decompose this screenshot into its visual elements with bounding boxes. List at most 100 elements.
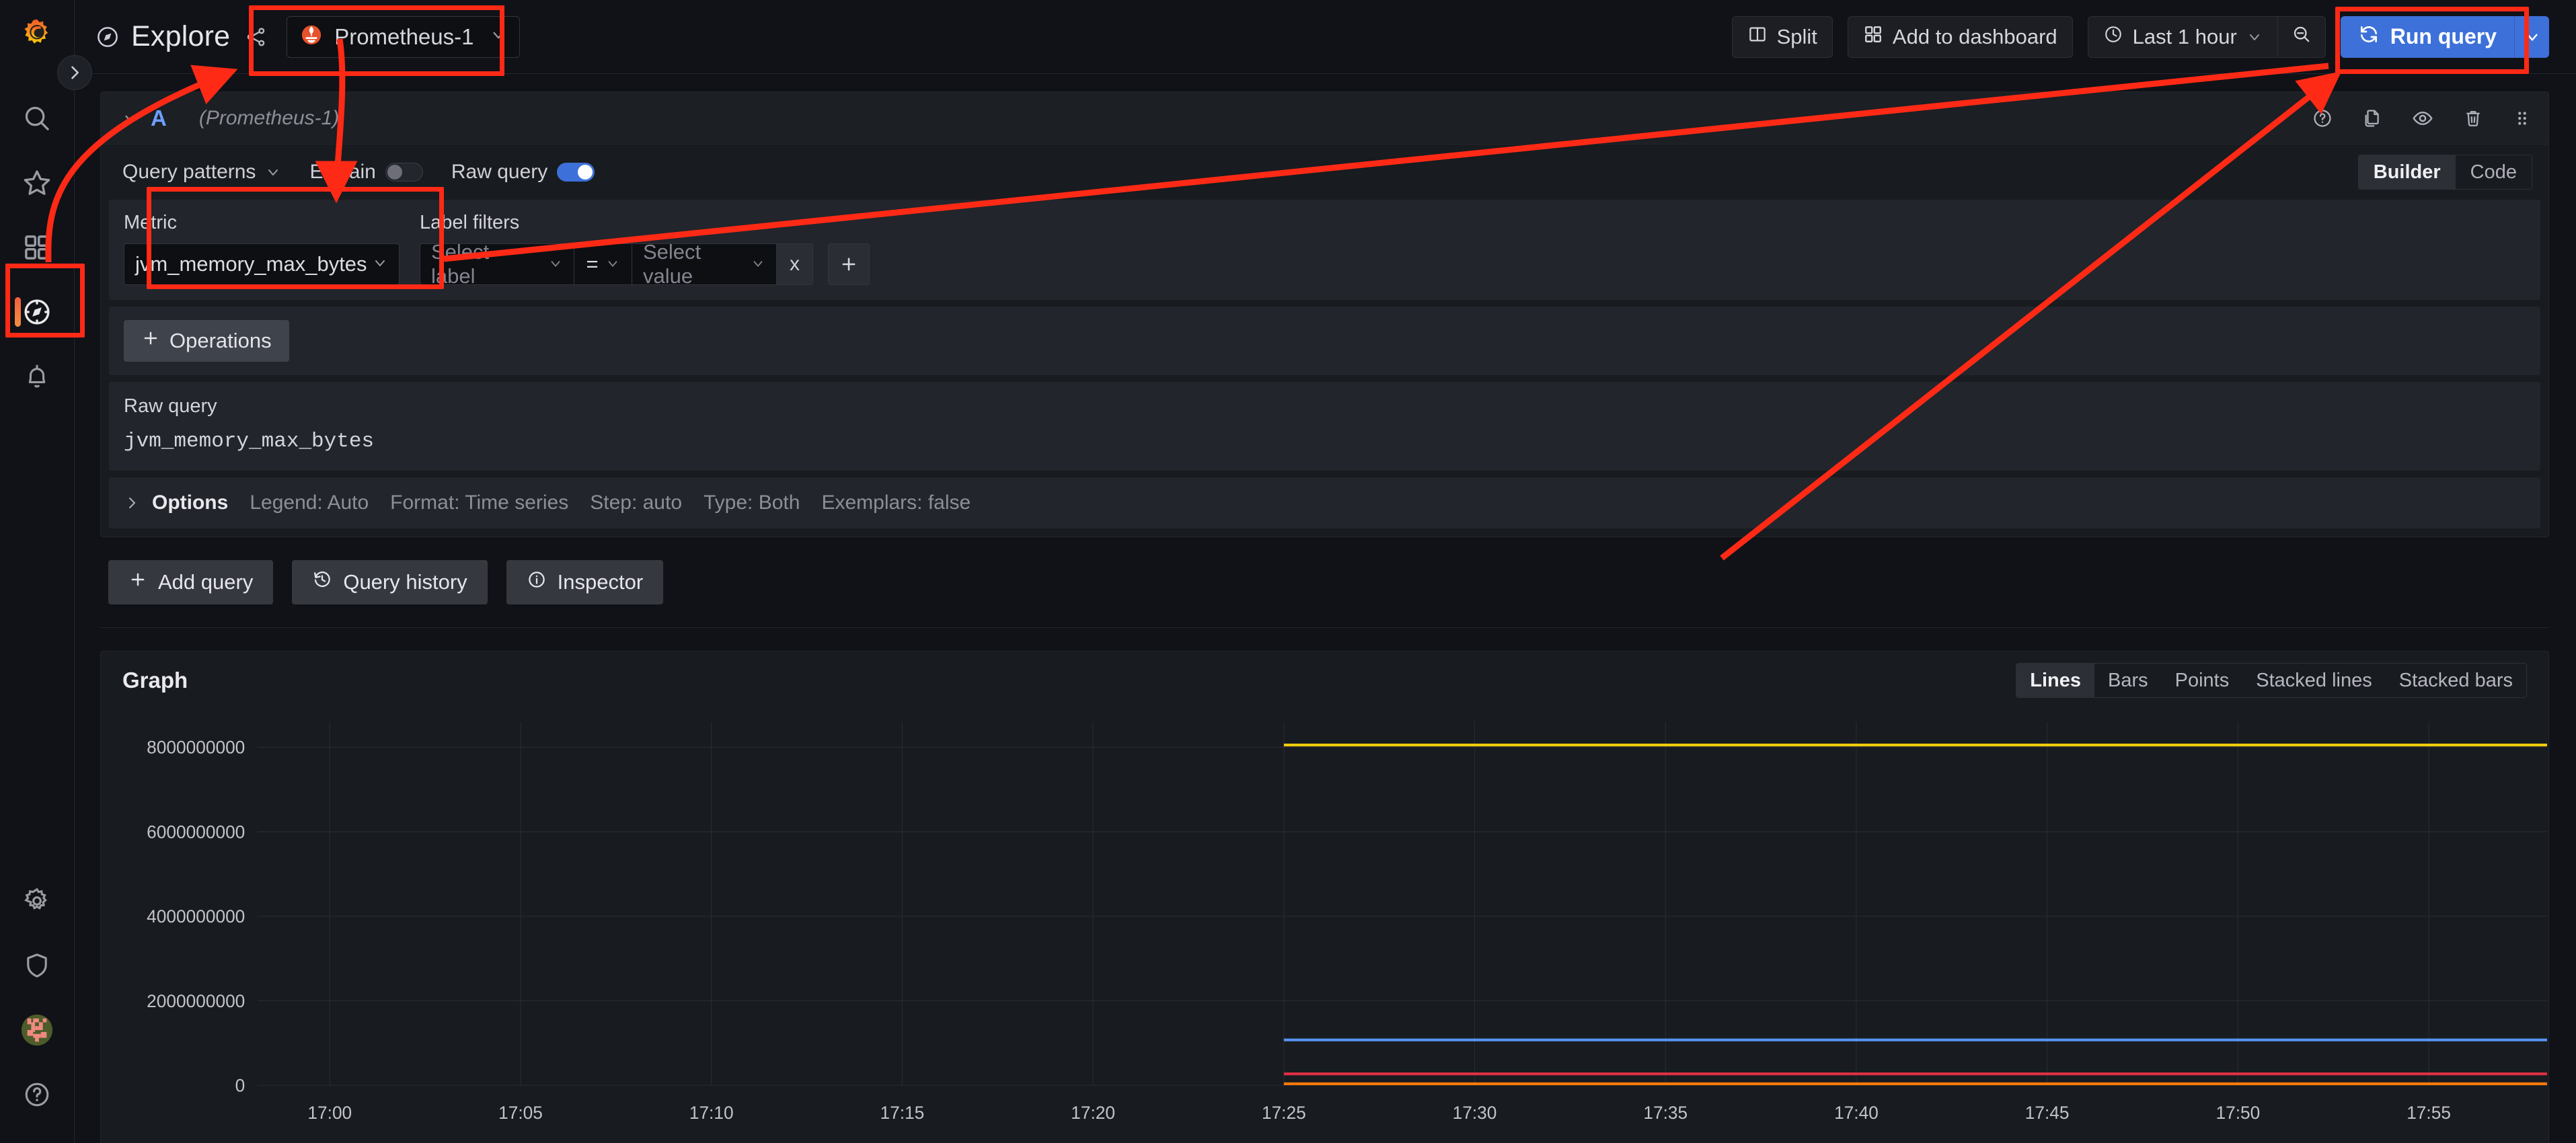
chevron-down-icon[interactable]	[117, 110, 144, 127]
explain-switch[interactable]	[385, 163, 423, 182]
sidebar-item-explore[interactable]	[0, 280, 75, 344]
raw-query-switch[interactable]	[557, 163, 595, 182]
visualization-type-toggle: Lines Bars Points Stacked lines Stacked …	[2016, 663, 2527, 698]
svg-text:17:25: 17:25	[1262, 1103, 1306, 1123]
query-history-label: Query history	[343, 570, 467, 594]
datasource-name: Prometheus-1	[334, 24, 474, 49]
grafana-logo-icon[interactable]	[17, 16, 57, 56]
sync-icon	[2358, 24, 2380, 50]
expand-menu-button[interactable]	[57, 55, 92, 90]
zoom-out-button[interactable]	[2277, 15, 2325, 58]
columns-icon	[1747, 24, 1768, 50]
editor-mode-toggle: Builder Code	[2357, 155, 2532, 190]
sidebar-item-alerting[interactable]	[0, 344, 75, 409]
inspector-button[interactable]: Inspector	[506, 560, 664, 604]
query-toolbar: Query patterns Explain Raw query Builder…	[101, 145, 2548, 200]
query-history-button[interactable]: Query history	[292, 560, 488, 604]
metric-and-filters-row: Metric jvm_memory_max_bytes Label filter…	[109, 200, 2540, 300]
apps-grid-icon	[1863, 24, 1883, 50]
section-divider	[100, 627, 2549, 628]
vis-mode-bars[interactable]: Bars	[2094, 664, 2162, 697]
sidebar-item-search[interactable]	[0, 86, 75, 151]
graph-panel: Graph Lines Bars Points Stacked lines St…	[100, 651, 2549, 1143]
inspector-label: Inspector	[557, 570, 644, 594]
vis-mode-lines[interactable]: Lines	[2016, 664, 2094, 697]
filter-label-select[interactable]: Select label	[420, 240, 574, 288]
grafana-explore-page: Explore Prometheus-1 Split Add to dashbo…	[0, 0, 2576, 1143]
plus-icon	[128, 570, 147, 594]
time-range-label: Last 1 hour	[2132, 24, 2237, 48]
sidebar-item-starred[interactable]	[0, 151, 75, 215]
raw-query-toggle[interactable]: Raw query	[451, 161, 595, 184]
graph-panel-header: Graph Lines Bars Points Stacked lines St…	[101, 652, 2548, 709]
explain-toggle[interactable]: Explain	[309, 161, 423, 184]
share-nodes-icon[interactable]	[245, 26, 268, 48]
option-format: Format: Time series	[390, 491, 569, 514]
sidebar-item-profile[interactable]	[0, 998, 75, 1062]
add-operations-button[interactable]: Operations	[124, 320, 289, 362]
svg-text:17:00: 17:00	[307, 1103, 352, 1123]
trash-icon[interactable]	[2462, 108, 2484, 129]
sidebar-item-dashboards[interactable]	[0, 215, 75, 280]
datasource-picker[interactable]: Prometheus-1	[287, 15, 521, 58]
operations-row: Operations	[109, 307, 2540, 375]
query-patterns-label: Query patterns	[122, 161, 256, 183]
vis-mode-points[interactable]: Points	[2162, 664, 2243, 697]
query-datasource-note: (Prometheus-1)	[198, 106, 340, 129]
question-circle-icon[interactable]	[2312, 108, 2333, 129]
filter-label-placeholder: Select label	[431, 240, 490, 288]
svg-text:17:20: 17:20	[1071, 1103, 1115, 1123]
run-query-button[interactable]: Run query	[2340, 15, 2514, 58]
vis-mode-stacked-bars[interactable]: Stacked bars	[2386, 664, 2526, 697]
query-ref-id[interactable]: A	[151, 106, 167, 131]
main-content: Explore Prometheus-1 Split Add to dashbo…	[75, 0, 2576, 1143]
eye-icon[interactable]	[2411, 107, 2434, 130]
add-to-dashboard-label: Add to dashboard	[1892, 24, 2057, 48]
split-button[interactable]: Split	[1731, 15, 1833, 58]
drag-dots-icon[interactable]	[2512, 108, 2532, 128]
add-query-button[interactable]: Add query	[108, 560, 274, 604]
svg-text:17:50: 17:50	[2215, 1103, 2260, 1123]
explore-compass-icon	[95, 24, 120, 50]
filter-remove-button[interactable]: x	[777, 243, 813, 285]
sidebar-item-server-admin[interactable]	[0, 933, 75, 998]
chevron-down-icon	[2246, 29, 2263, 45]
chevron-down-icon	[490, 26, 507, 47]
chevron-down-icon	[372, 252, 388, 276]
tab-code[interactable]: Code	[2456, 155, 2532, 189]
filter-operator-select[interactable]: =	[574, 243, 632, 285]
query-patterns-button[interactable]: Query patterns	[122, 161, 281, 184]
timeseries-plot[interactable]: 0 2000000000 4000000000 6000000000 800000000…	[101, 709, 2548, 1141]
raw-query-text: jvm_memory_max_bytes	[124, 430, 375, 453]
chevron-down-icon	[548, 252, 563, 276]
query-editor-card: A (Prometheus-1) Query patterns Explain …	[100, 91, 2549, 537]
query-row-header: A (Prometheus-1)	[101, 92, 2548, 145]
option-exemplars: Exemplars: false	[821, 491, 971, 514]
graph-plot-area[interactable]: 0 2000000000 4000000000 6000000000 800000000…	[101, 709, 2548, 1141]
svg-text:8000000000: 8000000000	[147, 737, 245, 757]
filter-add-button[interactable]	[828, 243, 870, 285]
svg-text:17:35: 17:35	[1643, 1103, 1688, 1123]
add-to-dashboard-button[interactable]: Add to dashboard	[1847, 15, 2073, 58]
run-query-options-button[interactable]	[2514, 15, 2549, 58]
option-legend: Legend: Auto	[250, 491, 369, 514]
copy-icon[interactable]	[2361, 108, 2383, 129]
chevron-down-icon	[605, 252, 620, 276]
time-range-picker[interactable]: Last 1 hour	[2088, 16, 2277, 58]
chevron-right-icon	[124, 495, 140, 511]
svg-text:17:10: 17:10	[689, 1103, 734, 1123]
options-row[interactable]: Options Legend: Auto Format: Time series…	[109, 477, 2540, 528]
tab-builder[interactable]: Builder	[2358, 155, 2456, 189]
label-filters-label: Label filters	[420, 212, 520, 233]
filter-value-select[interactable]: Select value	[632, 240, 777, 288]
svg-text:2000000000: 2000000000	[147, 990, 245, 1011]
svg-text:17:15: 17:15	[880, 1103, 925, 1123]
label-filter-row: Select label = Select value x	[420, 240, 870, 288]
sidebar-item-configuration[interactable]	[0, 869, 75, 933]
metric-select[interactable]: jvm_memory_max_bytes	[124, 243, 400, 285]
sidebar-item-help[interactable]	[0, 1062, 75, 1127]
operations-label: Operations	[169, 329, 272, 352]
vis-mode-stacked-lines[interactable]: Stacked lines	[2242, 664, 2386, 697]
query-actions: Add query Query history Inspector	[108, 560, 2549, 604]
metric-field-group: Metric jvm_memory_max_bytes	[124, 212, 400, 285]
